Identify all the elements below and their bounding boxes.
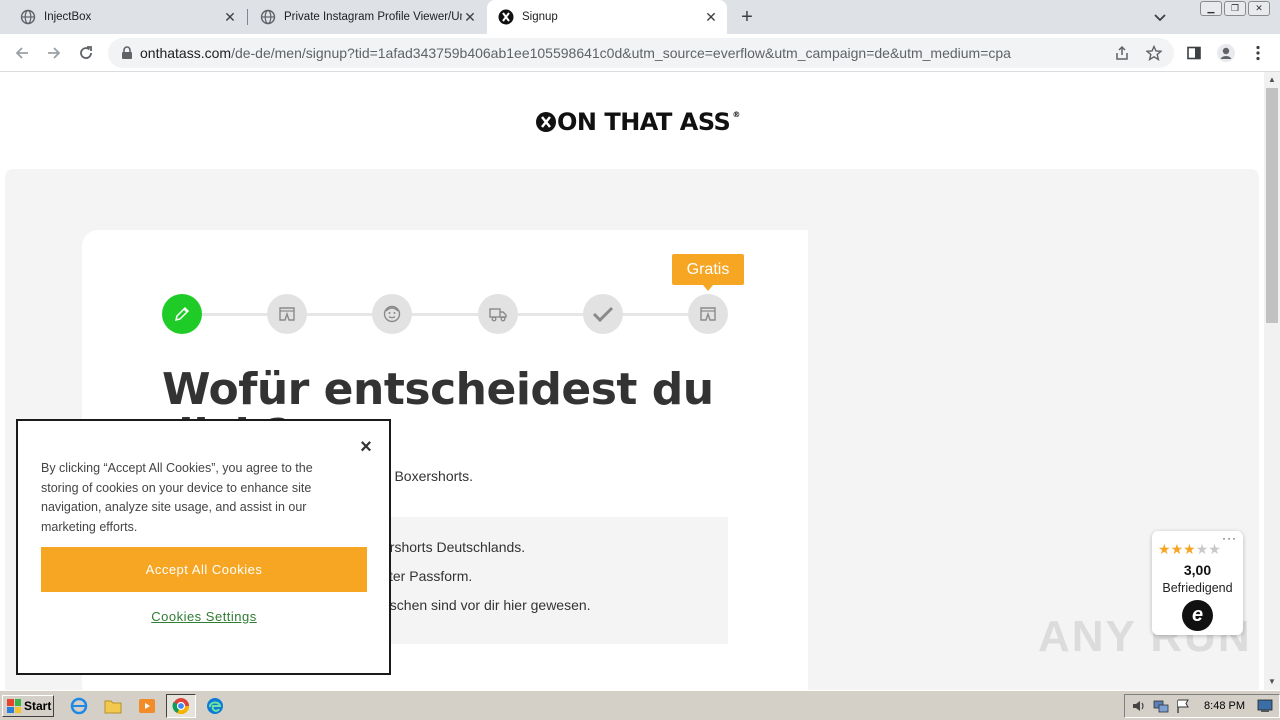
checkmark-icon bbox=[592, 306, 614, 323]
cookie-consent-dialog: × By clicking “Accept All Cookies”, you … bbox=[16, 419, 391, 675]
internet-explorer-icon[interactable] bbox=[68, 696, 90, 716]
restore-icon[interactable]: ❐ bbox=[1224, 1, 1246, 16]
lock-icon[interactable] bbox=[120, 46, 134, 60]
browser-toolbar: onthatass.com/de-de/men/signup?tid=1afad… bbox=[0, 34, 1280, 72]
scrollbar-thumb[interactable] bbox=[1266, 88, 1278, 323]
chrome-taskbar-icon[interactable] bbox=[166, 694, 196, 718]
boxer-shorts-icon bbox=[279, 307, 295, 321]
url-host: onthatass.com bbox=[140, 45, 232, 61]
action-center-flag-icon[interactable] bbox=[1175, 698, 1191, 714]
volume-icon[interactable] bbox=[1131, 698, 1147, 714]
close-icon[interactable]: × bbox=[356, 437, 376, 457]
logo-registered-mark: ® bbox=[732, 109, 740, 119]
step-check[interactable] bbox=[583, 294, 623, 334]
tab-title: Private Instagram Profile Viewer/Unl bbox=[284, 11, 462, 23]
close-tab-icon[interactable]: ✕ bbox=[222, 9, 238, 25]
taskbar-clock: 8:48 PM bbox=[1204, 700, 1245, 712]
globe-icon bbox=[20, 9, 36, 25]
page-headline: Wofür entscheidest du bbox=[162, 364, 714, 415]
cookie-consent-text: By clicking “Accept All Cookies”, you ag… bbox=[41, 461, 313, 535]
info-line: kter Passform. bbox=[382, 568, 473, 584]
info-line: ershorts Deutschlands. bbox=[382, 539, 526, 555]
system-tray: 8:48 PM bbox=[1124, 694, 1280, 718]
rating-score: 3,00 bbox=[1183, 562, 1212, 578]
logo-mark-icon bbox=[536, 112, 556, 132]
info-line: nschen sind vor dir hier gewesen. bbox=[382, 597, 591, 613]
start-label: Start bbox=[24, 699, 52, 713]
share-icon[interactable] bbox=[1114, 45, 1130, 61]
step-free-boxer[interactable] bbox=[688, 294, 728, 334]
network-icon[interactable] bbox=[1153, 698, 1169, 714]
menu-dots-icon[interactable] bbox=[1248, 43, 1268, 63]
onthatass-favicon-icon bbox=[498, 9, 514, 25]
star-icon: ★ bbox=[1208, 541, 1221, 557]
truck-icon bbox=[489, 308, 507, 322]
gratis-badge: Gratis bbox=[672, 254, 744, 291]
step-edit[interactable] bbox=[162, 294, 202, 334]
start-button[interactable]: Start bbox=[2, 695, 54, 717]
window-controls: ▁ ❐ ✕ bbox=[1200, 1, 1270, 16]
close-tab-icon[interactable]: ✕ bbox=[462, 9, 478, 25]
step-face[interactable] bbox=[372, 294, 412, 334]
windows-taskbar: Start 8:48 PM bbox=[0, 690, 1280, 720]
forward-arrow-icon[interactable] bbox=[44, 43, 64, 63]
media-player-icon[interactable] bbox=[136, 696, 158, 716]
back-arrow-icon[interactable] bbox=[12, 43, 32, 63]
tab-signup[interactable]: Signup ✕ bbox=[487, 0, 727, 34]
new-tab-button[interactable]: + bbox=[737, 7, 757, 27]
close-window-icon[interactable]: ✕ bbox=[1248, 1, 1270, 16]
site-logo[interactable]: ON THAT ASS ® bbox=[535, 108, 740, 136]
windows-flag-icon bbox=[7, 699, 21, 713]
star-icon: ★ bbox=[1158, 541, 1171, 557]
cookies-settings-link[interactable]: Cookies Settings bbox=[41, 609, 367, 624]
scroll-down-icon[interactable]: ▼ bbox=[1264, 674, 1280, 690]
tab-title: Signup bbox=[522, 11, 558, 23]
side-panel-icon[interactable] bbox=[1184, 43, 1204, 63]
step-boxer[interactable] bbox=[267, 294, 307, 334]
tab-instagram-viewer[interactable]: Private Instagram Profile Viewer/Unl ✕ bbox=[240, 0, 486, 34]
pencil-icon bbox=[174, 306, 190, 322]
more-dots-icon[interactable]: ··· bbox=[1222, 531, 1237, 545]
page-scrollbar[interactable]: ▲ ▼ bbox=[1264, 72, 1280, 690]
face-icon bbox=[383, 305, 401, 323]
accept-all-cookies-button[interactable]: Accept All Cookies bbox=[41, 547, 367, 592]
rating-label: Befriedigend bbox=[1162, 581, 1233, 595]
url-text: onthatass.com/de-de/men/signup?tid=1afad… bbox=[140, 45, 1100, 61]
trusted-shops-logo-icon: e bbox=[1182, 600, 1213, 631]
edge-icon[interactable] bbox=[204, 696, 226, 716]
bookmark-star-icon[interactable] bbox=[1146, 45, 1162, 61]
scroll-up-icon[interactable]: ▲ bbox=[1264, 72, 1280, 88]
globe-icon bbox=[260, 9, 276, 25]
progress-line bbox=[182, 313, 708, 316]
show-desktop-icon[interactable] bbox=[1257, 698, 1273, 714]
minimize-icon[interactable]: ▁ bbox=[1200, 1, 1222, 16]
logo-text: ON THAT ASS bbox=[557, 108, 731, 136]
tab-strip: InjectBox ✕ Private Instagram Profile Vi… bbox=[0, 0, 1280, 34]
reload-icon[interactable] bbox=[76, 43, 96, 63]
file-explorer-icon[interactable] bbox=[102, 696, 124, 716]
star-icon: ★ bbox=[1195, 541, 1209, 557]
tab-title: InjectBox bbox=[44, 11, 92, 23]
tab-injectbox[interactable]: InjectBox ✕ bbox=[0, 0, 246, 34]
page-viewport: ON THAT ASS ® Gratis Wofür entscheidest … bbox=[0, 72, 1264, 690]
rating-stars: ★★★★★ bbox=[1158, 541, 1221, 558]
address-bar[interactable]: onthatass.com/de-de/men/signup?tid=1afad… bbox=[108, 38, 1174, 68]
url-path: /de-de/men/signup?tid=1afad343759b406ab1… bbox=[231, 45, 1011, 61]
step-delivery[interactable] bbox=[478, 294, 518, 334]
star-icon: ★ bbox=[1170, 541, 1184, 557]
close-tab-icon[interactable]: ✕ bbox=[703, 9, 719, 25]
trusted-shops-badge[interactable]: ··· ★★★★★ 3,00 Befriedigend e bbox=[1152, 531, 1243, 635]
boxer-shorts-icon bbox=[700, 307, 716, 321]
star-icon: ★ bbox=[1183, 541, 1196, 557]
profile-avatar-icon[interactable] bbox=[1216, 43, 1236, 63]
tab-search-chevron-icon[interactable] bbox=[1152, 9, 1168, 25]
